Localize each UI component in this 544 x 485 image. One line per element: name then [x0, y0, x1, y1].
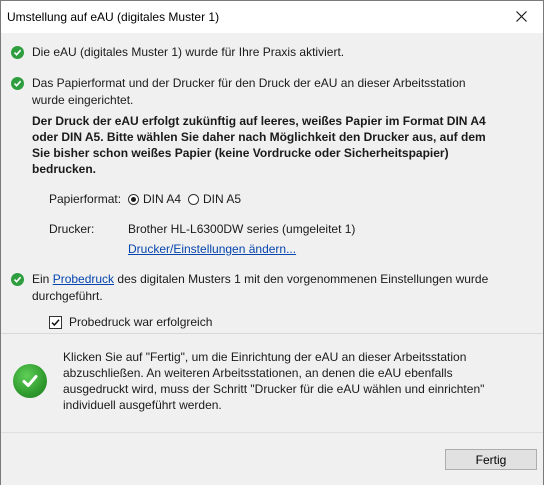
divider	[1, 333, 543, 334]
test-print-message: Ein Probedruck des digitalen Musters 1 m…	[32, 271, 488, 287]
paper-format-label: Papierformat:	[49, 192, 122, 206]
change-printer-link[interactable]: Drucker/Einstellungen ändern...	[128, 241, 296, 257]
finish-info-text: abzuschließen. An weiteren Arbeitsstatio…	[63, 366, 453, 380]
printer-setup-message-cont: wurde eingerichtet.	[32, 93, 134, 107]
success-check-icon	[11, 77, 24, 90]
activated-message: Die eAU (digitales Muster 1) wurde für I…	[32, 45, 345, 59]
radio-selected-dot	[131, 197, 136, 202]
close-icon	[515, 10, 527, 22]
notice-text: Sie bisher schon weißes Papier (keine Vo…	[32, 146, 449, 160]
notice-text: oder DIN A5. Bitte wählen Sie daher nach…	[32, 130, 486, 144]
notice-text: Der Druck der eAU erfolgt zukünftig auf …	[32, 114, 486, 128]
test-print-success-label[interactable]: Probedruck war erfolgreich	[69, 314, 212, 330]
test-print-message-cont: durchgeführt.	[32, 289, 103, 303]
printer-setup-message: Das Papierformat und der Drucker für den…	[32, 76, 466, 90]
large-success-check-icon	[13, 364, 47, 398]
radio-din-a4[interactable]	[128, 194, 139, 205]
finish-button[interactable]: Fertig	[445, 449, 537, 470]
success-check-icon	[11, 46, 24, 59]
test-print-prefix: Ein	[32, 272, 53, 286]
dialog-footer: Fertig	[1, 432, 543, 485]
radio-din-a5[interactable]	[188, 194, 199, 205]
notice-text: bedrucken.	[32, 162, 97, 176]
printer-value: Brother HL-L6300DW series (umgeleitet 1)	[128, 222, 356, 236]
dialog-content: Die eAU (digitales Muster 1) wurde für I…	[1, 33, 543, 432]
radio-din-a5-label[interactable]: DIN A5	[203, 191, 241, 207]
window-title: Umstellung auf eAU (digitales Muster 1)	[7, 10, 220, 24]
dialog-window: Umstellung auf eAU (digitales Muster 1) …	[0, 0, 544, 485]
close-button[interactable]	[499, 1, 543, 31]
radio-din-a4-label[interactable]: DIN A4	[143, 191, 181, 207]
title-bar: Umstellung auf eAU (digitales Muster 1)	[1, 1, 543, 33]
finish-info-text: ausgedruckt wird, muss der Schritt "Druc…	[63, 382, 485, 396]
success-check-icon	[11, 273, 24, 286]
test-print-success-checkbox[interactable]	[49, 316, 62, 329]
finish-info-text: Klicken Sie auf "Fertig", um die Einrich…	[63, 350, 467, 364]
checkmark-icon	[51, 319, 60, 327]
test-print-suffix: des digitalen Musters 1 mit den vorgenom…	[114, 272, 489, 286]
finish-info-text: individuell ausgeführt werden.	[63, 398, 222, 412]
test-print-link[interactable]: Probedruck	[53, 272, 114, 286]
printer-label: Drucker:	[49, 222, 95, 236]
